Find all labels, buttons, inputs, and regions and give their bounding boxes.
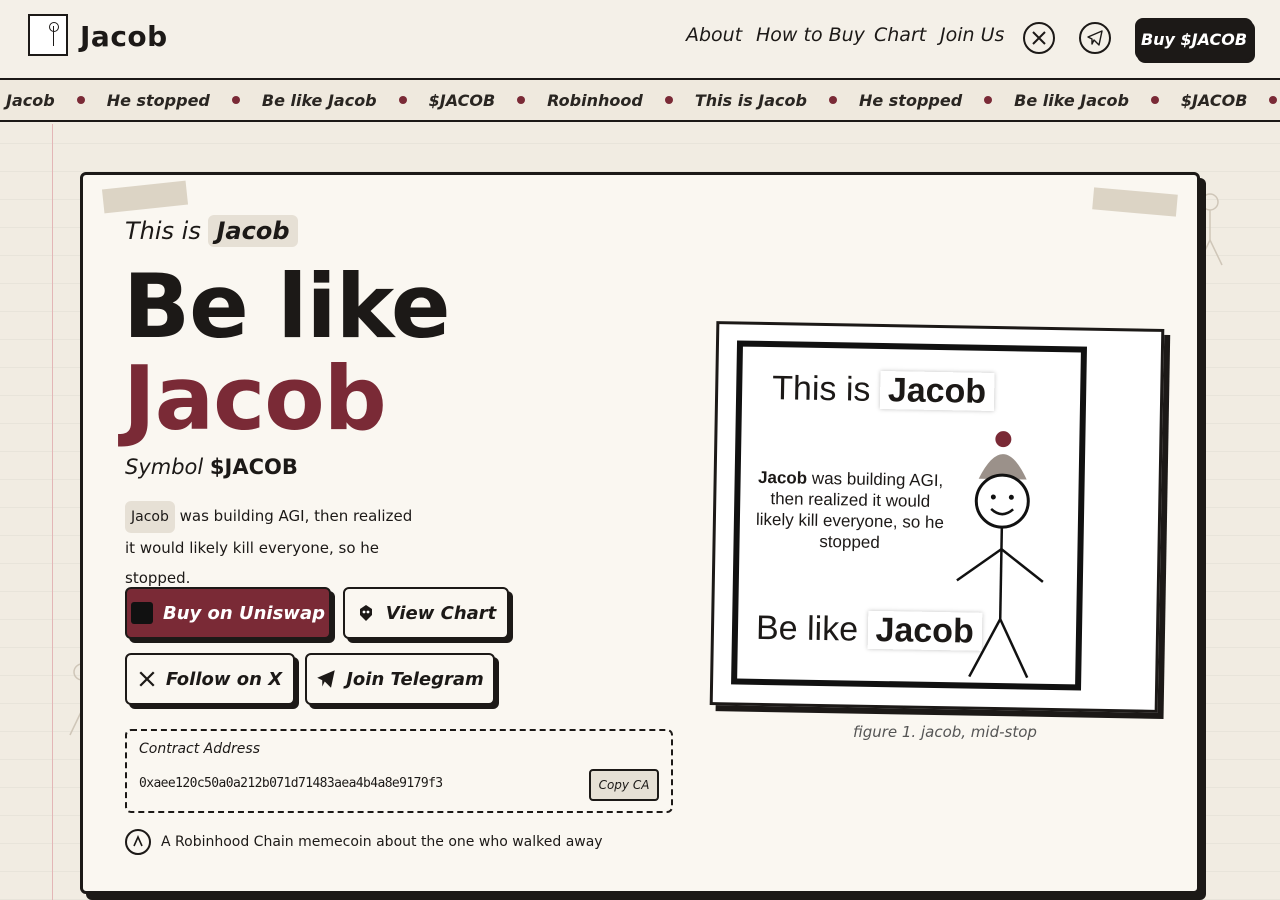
x-icon [139,671,155,687]
ticker-dot-icon [398,96,407,104]
brand-name[interactable]: Jacob [80,20,168,53]
meme-inner: This is Jacob Jacob was building AGI, th… [731,340,1087,691]
uniswap-icon [131,602,154,624]
hero-card: This is Jacob Be like Jacob Symbol $JACO… [80,172,1200,894]
ticker-track: Jacob He stopped Be like Jacob $JACOB Robinh… [6,80,1280,120]
nav-link-about[interactable]: About [686,24,742,46]
buy-on-uniswap-button[interactable]: Buy on Uniswap [125,587,331,639]
symbol-line: Symbol $JACOB [125,455,298,479]
ticker-item: Be like Jacob [261,90,377,110]
meme-caption: figure 1. jacob, mid-stop [853,723,1037,741]
top-nav: Jacob About How to Buy Chart Join Us Buy… [0,0,1280,78]
buy-on-uniswap-label: Buy on Uniswap [163,602,325,624]
contract-address-label: Contract Address [139,741,260,757]
logo-head-icon [49,22,59,32]
this-is-name-chip: Jacob [208,215,298,247]
ticker-dot-icon [664,96,673,104]
symbol-value: $JACOB [209,455,298,479]
this-is-label: This is [125,217,201,245]
ticker-dot-icon [984,96,993,104]
meme-mid-name: Jacob [757,467,808,488]
meme-image: This is Jacob Jacob was building AGI, th… [709,321,1165,713]
logo-figure-icon [53,26,54,46]
meme-bottom-label: Be like [755,608,859,649]
contract-address-box: Contract Address 0xaee120c50a0a212b071d7… [125,729,673,813]
meme-top-label: This is [771,369,871,409]
ticker-dot-icon [828,96,837,104]
ticker-item: This is Jacob [694,90,807,110]
x-social-button[interactable] [1023,22,1055,54]
ticker-marquee: Jacob He stopped Be like Jacob $JACOB Robinh… [0,78,1280,122]
telegram-social-button[interactable] [1079,22,1111,54]
footline-text: A Robinhood Chain memecoin about the one… [161,834,603,850]
follow-on-x-button[interactable]: Follow on X [125,653,295,705]
meme-top-name: Jacob [879,370,995,411]
meme-top-text: This is Jacob [772,369,995,412]
hero-description: Jacob was building AGI, then realized it… [125,501,425,593]
nav-link-how-to-buy[interactable]: How to Buy [756,24,865,46]
ticker-item: He stopped [858,90,963,110]
ticker-item: $JACOB [1180,90,1248,110]
ticker-item: Be like Jacob [1014,90,1129,110]
contract-address-value[interactable]: 0xaee120c50a0a212b071d71483aea4b4a8e9179… [139,776,443,791]
ticker-item: He stopped [106,90,210,110]
ticker-item: Robinhood [547,90,643,110]
tape-decoration [101,180,189,214]
ticker-dot-icon [517,96,526,104]
ticker-item: Jacob [6,90,55,110]
join-telegram-label: Join Telegram [346,668,484,690]
logo[interactable] [28,14,68,56]
copy-ca-button[interactable]: Copy CA [589,769,659,801]
dexscreener-icon [359,605,372,621]
x-icon [1032,31,1046,45]
telegram-icon [1087,30,1103,46]
buy-jacob-nav-button[interactable]: Buy $JACOB [1135,18,1253,60]
telegram-icon [317,670,335,688]
this-is-line: This is Jacob [125,215,298,247]
view-chart-button[interactable]: View Chart [343,587,509,639]
ticker-dot-icon [1269,96,1278,104]
robinhood-footline: A Robinhood Chain memecoin about the one… [125,829,603,855]
symbol-label: Symbol [125,455,204,479]
ticker-item: $JACOB [428,90,496,110]
hero-title-line2: Jacob [123,347,387,450]
nav-link-join-us[interactable]: Join Us [940,24,1004,46]
desc-name-chip: Jacob [125,501,175,533]
join-telegram-button[interactable]: Join Telegram [305,653,495,705]
robinhood-icon [125,829,151,855]
meme-bottom-text: Be like Jacob [755,608,983,652]
tape-decoration [1092,187,1178,217]
meme-bottom-name: Jacob [867,610,983,651]
follow-on-x-label: Follow on X [165,668,283,690]
ticker-dot-icon [1150,96,1159,104]
nav-link-chart[interactable]: Chart [874,24,926,46]
ticker-dot-icon [76,96,85,104]
hero-title-line1: Be like [123,255,451,358]
view-chart-label: View Chart [385,602,497,624]
notebook-margin-line [52,124,53,900]
ticker-dot-icon [231,96,240,104]
meme-mid-text: Jacob was building AGI, then realized it… [749,467,950,554]
